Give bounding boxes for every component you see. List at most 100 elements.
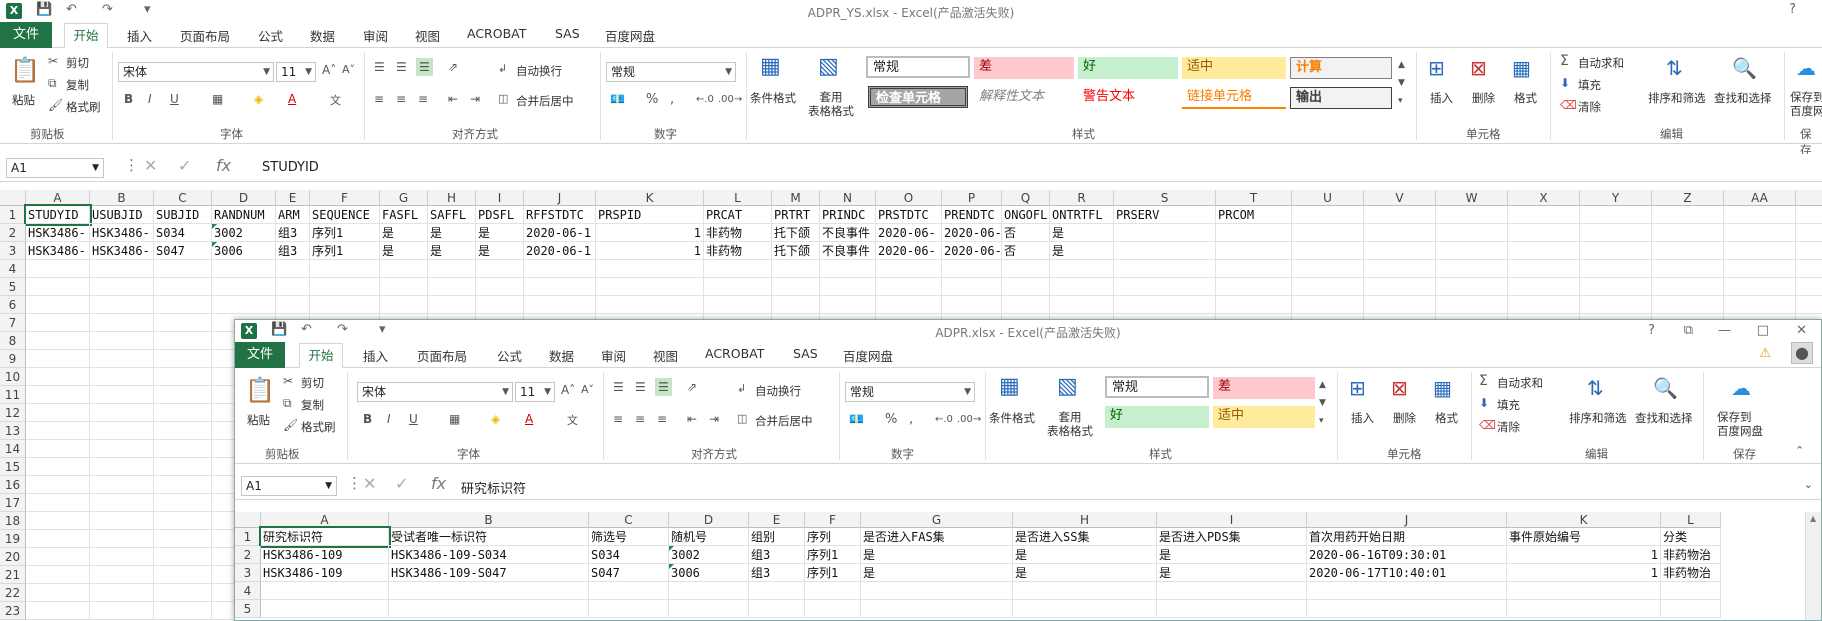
style-explanatory[interactable]: 解释性文本 bbox=[974, 87, 1074, 109]
cell[interactable]: 是 bbox=[1013, 564, 1157, 582]
cell[interactable]: 是否进入FAS集 bbox=[861, 528, 1013, 546]
cell[interactable] bbox=[772, 278, 820, 296]
cell[interactable] bbox=[154, 350, 212, 368]
column-header[interactable]: N bbox=[820, 190, 876, 206]
cell[interactable]: PDSFL bbox=[476, 206, 524, 224]
decrease-indent-icon[interactable]: ⇤ bbox=[448, 92, 458, 106]
column-header[interactable]: O bbox=[876, 190, 942, 206]
paste-icon[interactable]: 📋 bbox=[10, 56, 40, 84]
cell[interactable] bbox=[26, 440, 90, 458]
tab-insert[interactable]: 插入 bbox=[127, 26, 152, 45]
cell[interactable]: 筛选号 bbox=[589, 528, 669, 546]
cell[interactable] bbox=[524, 296, 596, 314]
name-box[interactable]: A1 ▼ bbox=[241, 476, 337, 496]
cell[interactable] bbox=[310, 278, 380, 296]
fill-button[interactable]: 填充 bbox=[1497, 397, 1520, 413]
cell[interactable] bbox=[876, 260, 942, 278]
cell[interactable] bbox=[1114, 224, 1216, 242]
cell[interactable] bbox=[90, 530, 154, 548]
column-header[interactable]: X bbox=[1508, 190, 1580, 206]
cell[interactable]: 2020-06-17T10:40:01 bbox=[1307, 564, 1507, 582]
cell[interactable] bbox=[154, 332, 212, 350]
percent-icon[interactable]: % bbox=[885, 412, 897, 427]
column-header[interactable]: Z bbox=[1652, 190, 1724, 206]
cell[interactable]: HSK3486-109 bbox=[261, 564, 389, 582]
column-header[interactable]: E bbox=[276, 190, 310, 206]
font-size-select[interactable]: 11 ▼ bbox=[276, 62, 316, 82]
cell[interactable] bbox=[1580, 224, 1652, 242]
borders-icon[interactable]: ▦ bbox=[212, 92, 223, 106]
maximize-button[interactable]: □ bbox=[1757, 323, 1769, 338]
column-header[interactable]: C bbox=[589, 512, 669, 528]
conditional-format-button[interactable]: 条件格式 bbox=[750, 90, 796, 106]
row-header[interactable]: 6 bbox=[0, 296, 26, 314]
cell[interactable]: 组别 bbox=[749, 528, 805, 546]
cell[interactable] bbox=[1292, 260, 1364, 278]
cell[interactable]: 2020-06- bbox=[876, 242, 942, 260]
cell[interactable] bbox=[1364, 224, 1436, 242]
cell[interactable] bbox=[1216, 242, 1292, 260]
column-header[interactable]: W bbox=[1436, 190, 1508, 206]
align-bottom-icon[interactable]: ☰ bbox=[416, 58, 433, 76]
cell[interactable] bbox=[276, 260, 310, 278]
cell[interactable] bbox=[154, 404, 212, 422]
column-header[interactable]: M bbox=[772, 190, 820, 206]
cell[interactable]: PRSPID bbox=[596, 206, 704, 224]
cell[interactable] bbox=[1364, 206, 1436, 224]
cell[interactable]: HSK3486-109-S047 bbox=[389, 564, 589, 582]
vertical-scrollbar[interactable]: ▲ bbox=[1805, 512, 1821, 620]
cell[interactable] bbox=[26, 296, 90, 314]
style-good[interactable]: 好 bbox=[1105, 406, 1209, 428]
wrap-text-button[interactable]: 自动换行 bbox=[755, 383, 801, 399]
cell[interactable]: 托下颌 bbox=[772, 242, 820, 260]
cell[interactable] bbox=[1002, 260, 1050, 278]
cell[interactable] bbox=[154, 476, 212, 494]
cell[interactable] bbox=[1436, 224, 1508, 242]
wrap-text-button[interactable]: 自动换行 bbox=[516, 63, 562, 79]
minimize-button[interactable]: — bbox=[1718, 323, 1731, 338]
cell[interactable] bbox=[876, 296, 942, 314]
cell[interactable] bbox=[704, 296, 772, 314]
cell[interactable] bbox=[276, 296, 310, 314]
style-good[interactable]: 好 bbox=[1078, 57, 1178, 79]
scroll-up-icon[interactable]: ▲ bbox=[1810, 514, 1816, 523]
cell[interactable] bbox=[154, 548, 212, 566]
style-normal[interactable]: 常规 bbox=[866, 56, 970, 78]
cut-button[interactable]: 剪切 bbox=[301, 375, 324, 391]
cell[interactable] bbox=[1724, 296, 1796, 314]
cell[interactable] bbox=[1661, 582, 1721, 600]
row-header[interactable]: 13 bbox=[0, 422, 26, 440]
cell[interactable]: 序列1 bbox=[310, 224, 380, 242]
cell[interactable]: HSK3486-109 bbox=[261, 546, 389, 564]
column-header[interactable]: L bbox=[1661, 512, 1721, 528]
cell[interactable] bbox=[1292, 296, 1364, 314]
cell[interactable] bbox=[26, 350, 90, 368]
number-format-select[interactable]: 常规 ▼ bbox=[845, 382, 975, 402]
cell[interactable] bbox=[589, 582, 669, 600]
cell[interactable] bbox=[942, 296, 1002, 314]
ribbon-display-icon[interactable]: ⧉ bbox=[1684, 323, 1693, 338]
cell[interactable] bbox=[26, 368, 90, 386]
cell[interactable] bbox=[749, 600, 805, 618]
cell[interactable]: S034 bbox=[154, 224, 212, 242]
sort-filter-button[interactable]: 排序和筛选 bbox=[1648, 90, 1706, 106]
row-header[interactable]: 4 bbox=[0, 260, 26, 278]
percent-icon[interactable]: % bbox=[646, 92, 658, 107]
cell[interactable]: PRSTDTC bbox=[876, 206, 942, 224]
grow-font-icon[interactable]: A˄ bbox=[322, 63, 336, 77]
cell[interactable]: 2020-06- bbox=[942, 224, 1002, 242]
expand-formula-icon[interactable]: ⌄ bbox=[1804, 478, 1813, 491]
cell[interactable] bbox=[154, 260, 212, 278]
cell[interactable] bbox=[26, 386, 90, 404]
cell[interactable] bbox=[90, 404, 154, 422]
cell[interactable] bbox=[1114, 278, 1216, 296]
align-right-icon[interactable]: ≡ bbox=[418, 92, 428, 106]
cell[interactable]: 3006 bbox=[212, 242, 276, 260]
cell[interactable] bbox=[154, 584, 212, 602]
autosum-button[interactable]: 自动求和 bbox=[1497, 375, 1543, 391]
cell[interactable] bbox=[1507, 600, 1661, 618]
cell[interactable] bbox=[1508, 242, 1580, 260]
cell[interactable] bbox=[942, 260, 1002, 278]
cell[interactable] bbox=[26, 314, 90, 332]
cell[interactable] bbox=[1002, 278, 1050, 296]
